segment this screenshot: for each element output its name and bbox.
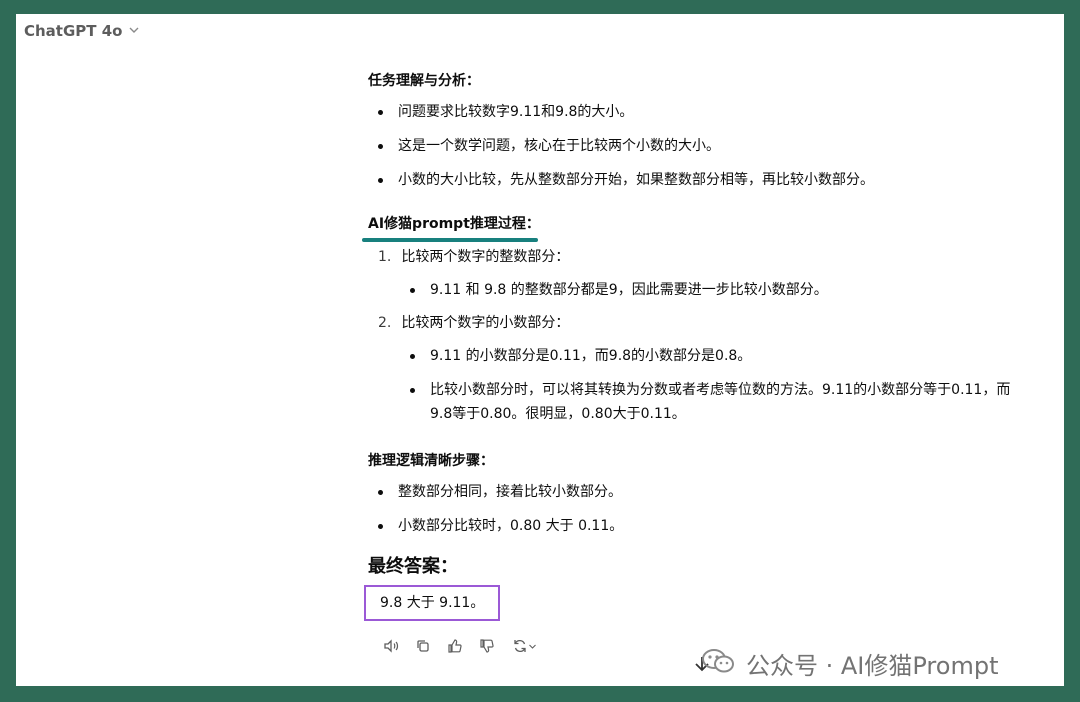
final-answer-title: 最终答案： <box>368 556 458 577</box>
copy-button[interactable] <box>414 637 432 655</box>
read-aloud-button[interactable] <box>382 637 400 655</box>
step-number: 1. <box>378 249 392 265</box>
reasoning-steps: 1. 比较两个数字的整数部分： 9.11 和 9.8 的整数部分都是9，因此需要… <box>368 246 1048 426</box>
speaker-icon <box>384 639 399 653</box>
wechat-icon <box>700 647 736 681</box>
model-selector[interactable]: ChatGPT 4o <box>24 22 140 40</box>
section-title-analysis: 任务理解与分析： <box>368 73 480 89</box>
assistant-message: 任务理解与分析： 问题要求比较数字9.11和9.8的大小。 这是一个数学问题，核… <box>362 70 1048 655</box>
copy-icon <box>417 640 429 652</box>
final-answer-box: 9.8 大于 9.11。 <box>364 585 501 621</box>
thumbs-down-button[interactable] <box>478 637 496 655</box>
chevron-down-icon <box>528 644 536 649</box>
section-title-reasoning-text: AI修猫prompt推理过程： <box>368 216 540 232</box>
watermark-text: 公众号 · AI修猫Prompt <box>746 652 999 680</box>
list-item: 问题要求比较数字9.11和9.8的大小。 <box>368 101 1048 123</box>
thumbs-down-icon <box>480 639 494 653</box>
list-item: 9.11 和 9.8 的整数部分都是9，因此需要进一步比较小数部分。 <box>368 278 1048 302</box>
watermark: 公众号 · AI修猫Prompt <box>700 646 998 681</box>
section-title-logic: 推理逻辑清晰步骤： <box>368 453 494 469</box>
step-label: 比较两个数字的小数部分： <box>401 315 570 331</box>
step-number: 2. <box>378 315 392 331</box>
list-item: 9.11 的小数部分是0.11，而9.8的小数部分是0.8。 <box>368 344 1048 368</box>
regenerate-icon <box>513 639 526 653</box>
chat-window: ChatGPT 4o 任务理解与分析： 问题要求比较数字9.11和9.8的大小。… <box>16 14 1064 686</box>
chevron-down-icon <box>128 22 140 40</box>
step-label: 比较两个数字的整数部分： <box>401 249 570 265</box>
thumbs-up-icon <box>448 639 462 653</box>
step-item: 1. 比较两个数字的整数部分： 9.11 和 9.8 的整数部分都是9，因此需要… <box>368 246 1048 302</box>
regenerate-button[interactable] <box>510 637 538 655</box>
final-answer-text: 9.8 大于 9.11。 <box>380 595 485 611</box>
section-title-reasoning: AI修猫prompt推理过程： <box>362 214 540 242</box>
logic-list: 整数部分相同，接着比较小数部分。 小数部分比较时，0.80 大于 0.11。 <box>368 481 1048 537</box>
analysis-list: 问题要求比较数字9.11和9.8的大小。 这是一个数学问题，核心在于比较两个小数… <box>368 101 1048 191</box>
list-item: 整数部分相同，接着比较小数部分。 <box>368 481 1048 503</box>
model-name: ChatGPT 4o <box>24 22 123 40</box>
step-item: 2. 比较两个数字的小数部分： 9.11 的小数部分是0.11，而9.8的小数部… <box>368 312 1048 426</box>
list-item: 小数部分比较时，0.80 大于 0.11。 <box>368 515 1048 537</box>
list-item: 小数的大小比较，先从整数部分开始，如果整数部分相等，再比较小数部分。 <box>368 169 1048 191</box>
list-item: 这是一个数学问题，核心在于比较两个小数的大小。 <box>368 135 1048 157</box>
list-item: 比较小数部分时，可以将其转换为分数或者考虑等位数的方法。9.11的小数部分等于0… <box>368 378 1030 426</box>
highlight-underline <box>362 238 538 242</box>
thumbs-up-button[interactable] <box>446 637 464 655</box>
